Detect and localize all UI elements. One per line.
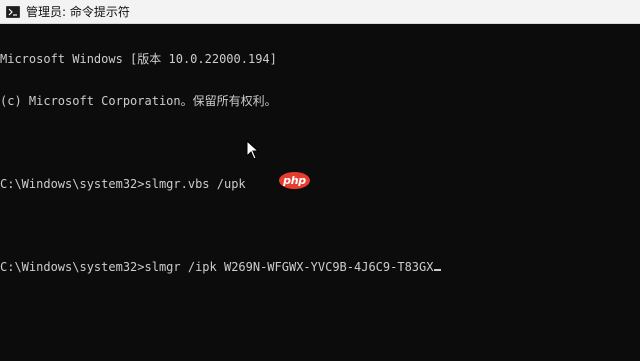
console-input-line[interactable]: C:\Windows\system32>slmgr /ipk W269N-WFG… [0,260,640,274]
command-prompt-window: 管理员: 命令提示符 Microsoft Windows [版本 10.0.22… [0,0,640,361]
text-cursor [434,269,442,271]
watermark-text: php [283,174,306,187]
title-bar[interactable]: 管理员: 命令提示符 [0,0,640,24]
cmd-icon [6,5,20,18]
console-line: Microsoft Windows [版本 10.0.22000.194] [0,52,277,66]
console-line: C:\Windows\system32>slmgr.vbs /upk [0,177,246,191]
window-title: 管理员: 命令提示符 [26,4,130,19]
php-watermark-logo: php [279,172,310,189]
console-line: (c) Microsoft Corporation。保留所有权利。 [0,94,277,108]
mouse-pointer-icon [246,139,260,160]
console-output[interactable]: Microsoft Windows [版本 10.0.22000.194] (c… [0,24,640,361]
console-command-text: C:\Windows\system32>slmgr /ipk W269N-WFG… [0,260,434,274]
